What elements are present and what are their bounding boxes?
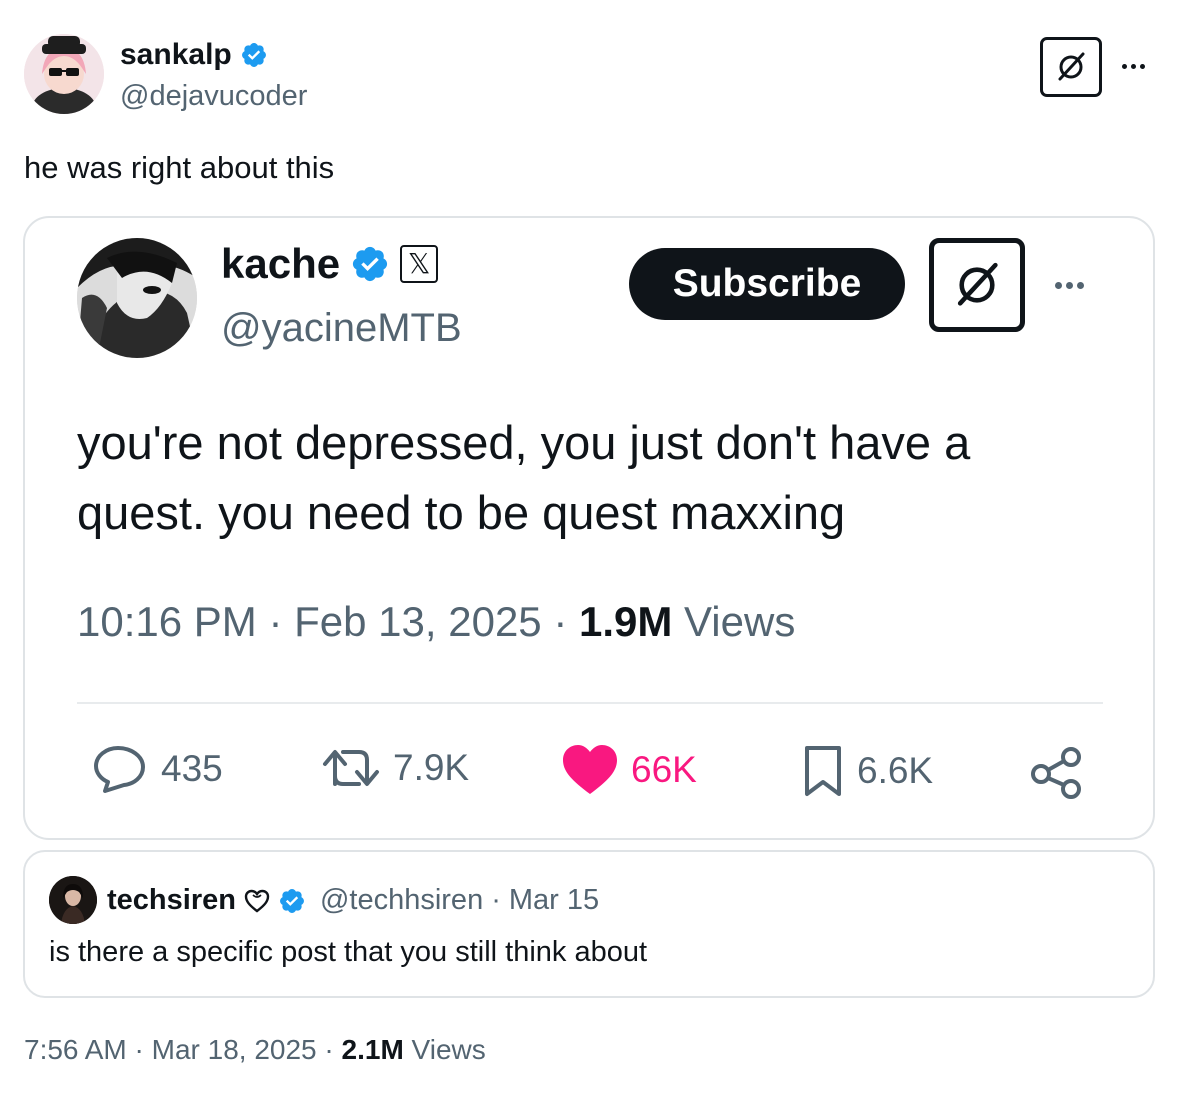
repost-icon <box>323 750 379 786</box>
bookmark-button[interactable]: 6.6K <box>801 744 933 798</box>
reply-author-name[interactable]: techsiren <box>107 884 236 917</box>
views-count: 2.1M <box>341 1034 404 1065</box>
quoted-author-display-name[interactable]: kache <box>221 240 340 288</box>
reply-button[interactable]: 435 <box>91 744 223 794</box>
x-affiliate-icon: 𝕏 <box>400 245 439 283</box>
post-date[interactable]: Mar 18, 2025 <box>152 1034 317 1065</box>
author-display-name[interactable]: sankalp <box>120 38 232 72</box>
post-date[interactable]: Feb 13, 2025 <box>294 598 542 645</box>
author-name-row[interactable]: sankalp <box>120 38 268 72</box>
quoted-post-text: you're not depressed, you just don't hav… <box>77 416 971 539</box>
bookmark-icon <box>805 746 841 796</box>
repost-button[interactable]: 7.9K <box>321 744 469 792</box>
meta-separator: · <box>324 1034 334 1065</box>
share-icon <box>1031 747 1081 799</box>
bookmark-count: 6.6K <box>857 750 934 791</box>
more-dot <box>1140 64 1145 69</box>
verified-badge-icon <box>350 244 390 284</box>
quoted-author-avatar[interactable] <box>77 238 197 358</box>
meta-separator: · <box>268 598 283 645</box>
quoted-author-handle[interactable]: @yacineMTB <box>221 306 462 351</box>
quoted-author-name-row[interactable]: kache 𝕏 <box>221 240 439 288</box>
reply-count: 435 <box>161 748 223 789</box>
meta-separator: · <box>491 884 501 916</box>
views-label: Views <box>684 598 796 645</box>
post-time[interactable]: 10:16 PM <box>77 598 257 645</box>
more-dot <box>1077 282 1084 289</box>
verified-badge-icon <box>278 887 306 915</box>
more-dot <box>1131 64 1136 69</box>
views-count: 1.9M <box>579 598 673 645</box>
reply-context-card[interactable]: techsiren @techhsiren · Mar 15 is there … <box>23 850 1155 998</box>
more-options-button[interactable] <box>1055 282 1084 289</box>
heart-outline-icon <box>244 889 270 913</box>
more-dot <box>1122 64 1127 69</box>
post-text: he was right about this <box>24 150 335 185</box>
quoted-post-card[interactable]: kache 𝕏 @yacineMTB Subscribe you're not … <box>23 216 1155 840</box>
divider <box>77 702 1103 704</box>
reply-date[interactable]: Mar 15 <box>509 884 599 917</box>
share-button[interactable] <box>1029 744 1085 800</box>
more-dot <box>1066 282 1073 289</box>
like-count: 66K <box>631 749 697 790</box>
reply-author-handle[interactable]: @techhsiren <box>320 884 483 917</box>
grok-icon <box>1058 52 1085 81</box>
action-bar: 435 7.9K 66K 6.6K <box>25 744 1153 804</box>
views-label: Views <box>411 1034 486 1065</box>
grok-button[interactable] <box>929 238 1025 332</box>
heart-icon <box>563 745 617 794</box>
author-handle[interactable]: @dejavucoder <box>120 80 307 113</box>
grok-button[interactable] <box>1040 37 1102 97</box>
more-options-button[interactable] <box>1122 64 1145 69</box>
post-time[interactable]: 7:56 AM <box>24 1034 127 1065</box>
like-button[interactable]: 66K <box>561 744 697 796</box>
author-avatar[interactable] <box>24 34 104 114</box>
verified-badge-icon <box>240 41 268 69</box>
grok-icon <box>957 262 998 306</box>
reply-context-text: is there a specific post that you still … <box>49 936 648 968</box>
quoted-post-meta: 10:16 PM · Feb 13, 2025 · 1.9M Views <box>77 598 795 646</box>
meta-separator: · <box>553 598 568 645</box>
post-meta: 7:56 AM · Mar 18, 2025 · 2.1M Views <box>24 1034 486 1066</box>
subscribe-button[interactable]: Subscribe <box>629 248 905 320</box>
reply-author-avatar[interactable] <box>49 876 97 924</box>
reply-icon <box>94 746 145 793</box>
reply-author-row: techsiren @techhsiren · Mar 15 <box>107 884 599 917</box>
meta-separator: · <box>134 1034 144 1065</box>
repost-count: 7.9K <box>393 747 470 788</box>
more-dot <box>1055 282 1062 289</box>
